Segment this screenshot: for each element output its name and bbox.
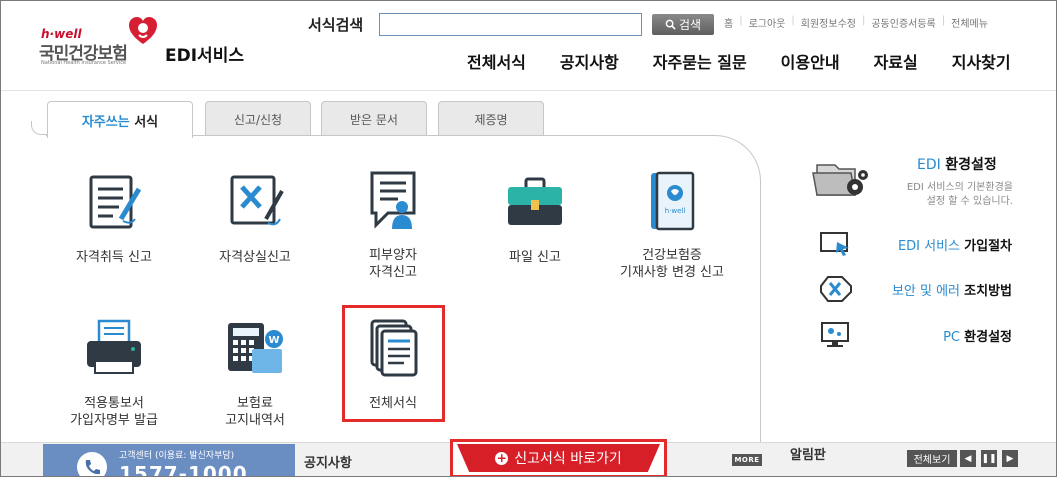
env-settings-title[interactable]: EDI 환경설정 (917, 154, 997, 174)
dependent-person-icon (370, 171, 416, 229)
call-center-number: 1577-1000 (119, 462, 248, 477)
page-frame: h·well 국민건강보험 National Health Insurance … (0, 0, 1057, 477)
insurance-card-icon: h·well (651, 171, 695, 231)
util-links: 홈 | 로그아웃 | 회원정보수정 | 공동인증서등록 | 전체메뉴 (724, 15, 988, 30)
form-qualification-loss[interactable]: 자격상실신고 (185, 171, 325, 266)
form-label: 적용통보서 가입자명부 발급 (70, 396, 158, 428)
more-button[interactable]: MORE (732, 454, 762, 466)
tab-label-rest: 서식 (134, 114, 159, 130)
nav-item-notice[interactable]: 공지사항 (560, 49, 619, 73)
board-title[interactable]: 알림판 (790, 444, 826, 463)
error-x-icon (820, 276, 852, 302)
util-link-profile[interactable]: 회원정보수정 (801, 15, 856, 30)
form-label: 보험료 고지내역서 (225, 396, 285, 428)
form-file-report[interactable]: 파일 신고 (465, 171, 605, 266)
form-label: 건강보험증 기재사항 변경 신고 (620, 248, 724, 280)
document-cancel-icon (230, 175, 284, 226)
link-edi-signup[interactable]: EDI 서비스 가입절차 (819, 230, 1012, 258)
link-security-errors[interactable]: 보안 및 에러 조치방법 (819, 275, 1012, 303)
calculator-word-icon: W (228, 323, 283, 373)
search-input[interactable] (379, 13, 642, 36)
tab-certificates[interactable]: 제증명 (438, 101, 544, 136)
util-link-menu[interactable]: 전체메뉴 (951, 15, 988, 30)
folder-gear-icon (812, 164, 868, 196)
form-label: 피부양자 자격신고 (369, 248, 417, 280)
header-divider (1, 90, 1056, 91)
form-shortcut-button[interactable]: + 신고서식 바로가기 (450, 439, 667, 476)
call-center-banner[interactable]: 고객센터 (이용료: 발신자부담) 1577-1000 (43, 444, 295, 477)
form-shortcut-label: 신고서식 바로가기 (514, 451, 622, 467)
util-link-cert[interactable]: 공동인증서등록 (871, 15, 935, 30)
highlight-box-all-forms (342, 305, 445, 422)
document-pen-icon (89, 175, 142, 229)
call-center-label: 고객센터 (이용료: 발신자부담) (119, 451, 235, 461)
printer-icon (87, 319, 141, 374)
search-button[interactable]: 검색 (652, 14, 714, 35)
link-pc-settings[interactable]: PC 환경설정 (819, 321, 1012, 349)
notice-title[interactable]: 공지사항 (304, 452, 352, 471)
heart-logo-icon (129, 17, 157, 44)
form-qualification-acquire[interactable]: 자격취득 신고 (44, 171, 184, 266)
plus-icon: + (495, 450, 509, 465)
tab-received-docs[interactable]: 받은 문서 (321, 101, 427, 136)
logo-english-name: National Health Insurance Service (41, 60, 127, 66)
tab-report-apply[interactable]: 신고/신청 (205, 101, 311, 136)
form-dependent[interactable]: 피부양자 자격신고 (323, 169, 463, 281)
tab-frequent-forms[interactable]: 자주쓰는 서식 (47, 101, 193, 138)
search-button-label: 검색 (678, 18, 702, 32)
nav-item-branches[interactable]: 지사찾기 (952, 49, 1011, 73)
svg-text:h·well: h·well (665, 207, 686, 215)
svg-text:W: W (268, 335, 279, 346)
nav-item-library[interactable]: 자료실 (874, 49, 918, 73)
search-label: 서식검색 (308, 16, 364, 34)
nav-item-guide[interactable]: 이용안내 (781, 49, 840, 73)
briefcase-icon (508, 177, 562, 225)
nhis-logo[interactable]: h·well 국민건강보험 National Health Insurance … (39, 15, 159, 69)
form-notice-roster[interactable]: 적용통보서 가입자명부 발급 (44, 317, 184, 429)
search-icon (665, 19, 676, 30)
form-insurance-card-change[interactable]: h·well 건강보험증 기재사항 변경 신고 (602, 169, 742, 281)
util-link-home[interactable]: 홈 (724, 15, 733, 30)
form-label: 파일 신고 (509, 250, 561, 265)
form-label: 자격취득 신고 (76, 250, 152, 265)
form-premium-notice[interactable]: W 보험료 고지내역서 (185, 317, 325, 429)
main-nav: 전체서식 공지사항 자주묻는 질문 이용안내 자료실 지사찾기 (467, 49, 1011, 73)
env-settings-desc: EDI 서비스의 기본환경을 설정 할 수 있습니다. (906, 182, 1013, 207)
phone-icon (77, 452, 107, 476)
service-title: EDI서비스 (165, 46, 244, 66)
prev-icon[interactable]: ◀ (960, 450, 976, 467)
next-icon[interactable]: ▶ (1002, 450, 1018, 467)
nav-item-all-forms[interactable]: 전체서식 (467, 49, 526, 73)
form-label: 자격상실신고 (219, 250, 291, 265)
pc-settings-icon (821, 322, 849, 347)
monitor-cursor-icon (820, 232, 849, 256)
view-all-button[interactable]: 전체보기 (907, 450, 957, 467)
pause-icon[interactable]: ❚❚ (981, 450, 997, 467)
tab-label-highlight: 자주쓰는 (81, 114, 130, 130)
nav-item-faq[interactable]: 자주묻는 질문 (653, 49, 747, 73)
util-link-logout[interactable]: 로그아웃 (749, 15, 786, 30)
